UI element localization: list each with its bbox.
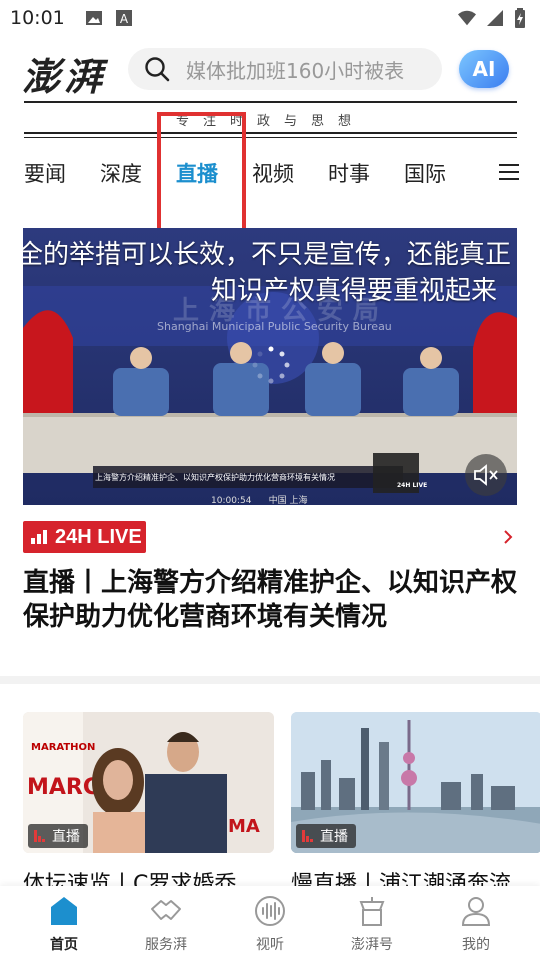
- backdrop-subtitle: Shanghai Municipal Public Security Burea…: [157, 320, 392, 333]
- battery-icon: [515, 8, 525, 28]
- audio-icon: [255, 896, 285, 926]
- card-tag-label: 直播: [52, 829, 80, 845]
- video-player[interactable]: 上海市公安局 Shanghai Municipal Public Securit…: [23, 228, 517, 505]
- slogan: 专注时政与思想: [175, 114, 365, 129]
- live-bars-icon: [31, 530, 47, 544]
- live-headline[interactable]: 直播丨上海警方介绍精准护企、以知识产权保护助力优化营商环境有关情况: [23, 566, 517, 634]
- status-time: 10:01: [10, 7, 65, 29]
- svg-text:A: A: [120, 12, 129, 26]
- app-logo[interactable]: 澎湃: [22, 46, 106, 101]
- card-tag-label: 直播: [320, 829, 348, 845]
- nav-account-label: 澎湃号: [351, 937, 393, 953]
- menu-icon[interactable]: [499, 163, 519, 181]
- nav-account[interactable]: 澎湃号: [332, 894, 412, 954]
- status-bar: 10:01 A: [0, 0, 540, 36]
- nav-service-label: 服务湃: [145, 937, 187, 953]
- bottom-nav: 首页 服务湃 视听 澎湃号 我的: [0, 886, 540, 960]
- header: 澎湃 媒体批加班160小时被表 AI: [0, 44, 540, 99]
- timestamp-time: 10:00:54: [211, 496, 252, 505]
- a-icon: A: [115, 10, 132, 26]
- tab-shipin[interactable]: 视频: [252, 158, 294, 188]
- nav-audio[interactable]: 视听: [230, 894, 310, 954]
- video-timestamp: 10:00:54 中国 上海: [211, 493, 307, 505]
- news-card-image[interactable]: MARATHON MARCA MA 直播: [23, 712, 274, 853]
- card-live-tag: 直播: [28, 824, 88, 848]
- handshake-icon: [151, 900, 181, 920]
- video-corner-logo: 24H LIVE: [397, 482, 428, 489]
- image-icon: [85, 11, 102, 25]
- search-placeholder: 媒体批加班160小时被表: [186, 58, 405, 83]
- live-bars-icon: [302, 830, 313, 842]
- video-caption-line2: 知识产权真得要重视起来: [210, 276, 497, 306]
- nav-home[interactable]: 首页: [24, 894, 104, 954]
- svg-text:MA: MA: [228, 816, 260, 837]
- profile-icon: [461, 897, 491, 926]
- ai-assistant-button[interactable]: AI: [459, 50, 509, 88]
- svg-text:MARATHON: MARATHON: [31, 742, 95, 753]
- section-divider: [0, 676, 540, 684]
- nav-profile-label: 我的: [462, 937, 490, 953]
- search-icon: [145, 57, 170, 82]
- news-card-image[interactable]: 直播: [291, 712, 540, 853]
- nav-service[interactable]: 服务湃: [126, 894, 206, 954]
- header-rule-bottom: [24, 132, 517, 134]
- live-badge[interactable]: 24H LIVE: [23, 521, 146, 553]
- mute-button[interactable]: [465, 454, 507, 496]
- header-rule-top: [24, 101, 517, 103]
- wifi-icon: [458, 10, 476, 26]
- card-live-tag: 直播: [296, 824, 356, 848]
- tab-shendu[interactable]: 深度: [100, 158, 142, 188]
- account-icon: [359, 897, 385, 926]
- tab-shishi[interactable]: 时事: [328, 158, 370, 188]
- home-icon: [51, 897, 77, 925]
- tab-yaowen[interactable]: 要闻: [24, 158, 66, 188]
- header-rule-bottom-thin: [24, 137, 517, 138]
- timestamp-location: 中国 上海: [268, 496, 308, 505]
- highlight-box: [157, 112, 246, 233]
- video-caption-line1: 全的举措可以长效，不只是宣传，还能真正: [23, 240, 512, 270]
- live-badge-text: 24H LIVE: [55, 525, 142, 548]
- tab-guoji[interactable]: 国际: [404, 158, 446, 188]
- category-tabs: 要闻 深度 直播 视频 时事 国际: [0, 148, 540, 198]
- loading-spinner-icon: [252, 346, 290, 384]
- speaker-muted-icon: [474, 464, 498, 486]
- nav-profile[interactable]: 我的: [436, 894, 516, 954]
- live-bars-icon: [34, 830, 45, 842]
- nav-audio-label: 视听: [256, 937, 284, 953]
- chevron-right-icon[interactable]: [502, 528, 514, 546]
- signal-icon: [487, 10, 503, 26]
- nav-home-label: 首页: [50, 937, 78, 953]
- search-input[interactable]: 媒体批加班160小时被表: [128, 48, 442, 90]
- video-ticker: 上海警方介绍精准护企、以知识产权保护助力优化营商环境有关情况: [95, 473, 335, 482]
